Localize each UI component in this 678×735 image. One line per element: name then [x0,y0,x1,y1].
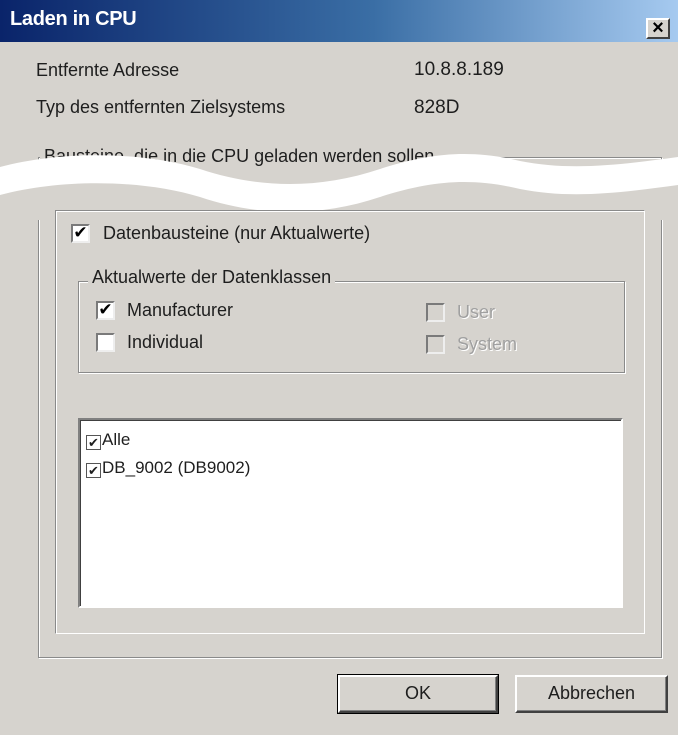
cancel-button[interactable]: Abbrechen [515,675,668,713]
target-system-value: 828D [414,97,460,118]
individual-label[interactable]: Individual [127,332,203,353]
data-blocks-label[interactable]: Datenbausteine (nur Aktualwerte) [103,223,370,244]
close-button[interactable]: × [646,18,670,39]
ok-button[interactable]: OK [337,674,499,714]
system-label: System [457,334,518,354]
remote-address-label: Entfernte Adresse [36,60,180,80]
title-bar: Laden in CPU [0,0,678,42]
list-item-db9002[interactable]: ✔ DB_9002 (DB9002) [86,458,250,478]
individual-checkbox[interactable] [96,333,115,352]
list-item-label: DB_9002 (DB9002) [102,458,251,477]
blocks-listbox[interactable]: ✔ Alle ✔ DB_9002 (DB9002) [78,418,623,608]
data-classes-groupbox [78,281,625,373]
close-icon: × [652,17,664,39]
system-checkbox [426,335,445,354]
manufacturer-checkbox[interactable]: ✔ [96,301,115,320]
data-classes-legend: Aktualwerte der Datenklassen [88,267,336,288]
checkmark-icon: ✔ [98,300,113,319]
cut-wave-decoration [0,154,678,220]
list-item-label: Alle [102,430,131,449]
user-label: User [457,302,496,322]
window-title: Laden in CPU [10,8,137,30]
load-to-cpu-dialog: Laden in CPU × Entfernte Adresse 10.8.8.… [0,0,678,735]
manufacturer-label[interactable]: Manufacturer [127,300,233,321]
checkmark-icon[interactable]: ✔ [86,463,101,478]
remote-address-value: 10.8.8.189 [414,59,504,80]
checkmark-icon: ✔ [73,223,88,242]
user-checkbox [426,303,445,322]
target-system-label: Typ des entfernten Zielsystems [36,97,286,117]
checkmark-icon[interactable]: ✔ [86,435,101,450]
list-item-all[interactable]: ✔ Alle [86,430,130,450]
data-blocks-checkbox[interactable]: ✔ [71,224,90,243]
